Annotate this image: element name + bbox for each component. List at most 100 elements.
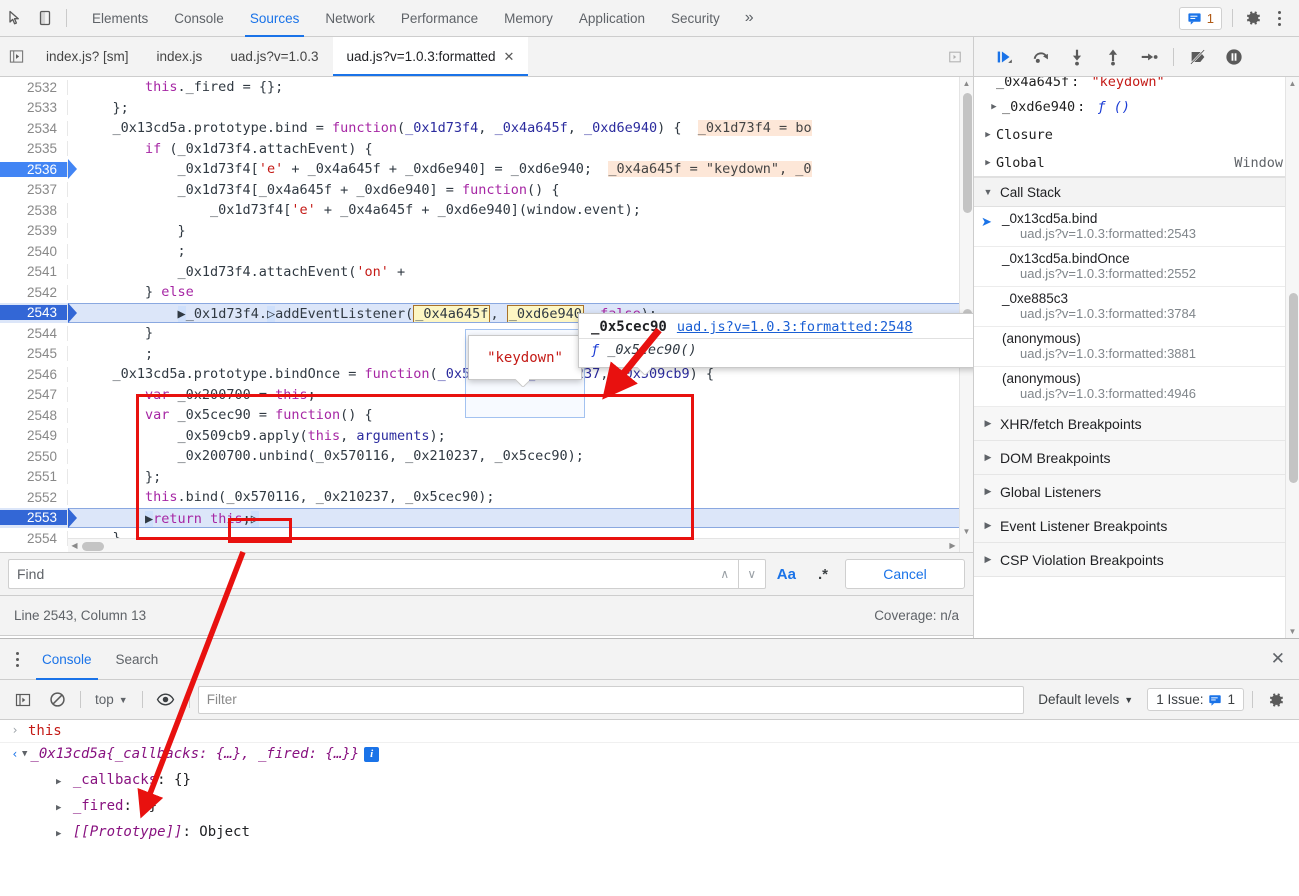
chevron-right-icon[interactable]: ▶ — [988, 102, 1000, 112]
live-expression-eye-icon[interactable] — [151, 686, 181, 714]
console-object-property[interactable]: ▶ _callbacks: {} — [8, 768, 1291, 788]
code-line[interactable]: 2552 this.bind(_0x570116, _0x210237, _0x… — [0, 487, 973, 508]
more-tabs-icon[interactable] — [939, 37, 971, 76]
line-number[interactable]: 2544 — [0, 325, 68, 341]
find-input[interactable]: Find — [8, 559, 712, 589]
line-number[interactable]: 2535 — [0, 141, 68, 157]
find-next-button[interactable]: ∨ — [738, 559, 766, 589]
code-line[interactable]: 2535 if (_0x1d73f4.attachEvent) { — [0, 139, 973, 160]
clear-console-icon[interactable] — [42, 686, 72, 714]
console-settings-gear-icon[interactable] — [1261, 686, 1291, 714]
drawer-more-options-icon[interactable] — [4, 651, 30, 667]
info-badge-icon[interactable]: i — [364, 746, 380, 762]
call-stack-section-header[interactable]: ▼ Call Stack — [974, 177, 1299, 207]
scroll-up-arrow-icon[interactable]: ▲ — [960, 77, 973, 90]
line-number[interactable]: 2543 — [0, 305, 68, 321]
code-line[interactable]: 2539 } — [0, 221, 973, 242]
chevron-right-icon[interactable]: ▶ — [56, 803, 61, 813]
scroll-down-arrow-icon[interactable]: ▼ — [960, 525, 973, 538]
line-number[interactable]: 2541 — [0, 264, 68, 280]
deactivate-breakpoints-icon[interactable] — [1181, 42, 1215, 72]
vertical-scroll-thumb[interactable] — [963, 93, 972, 213]
scroll-down-arrow-icon[interactable]: ▼ — [1286, 625, 1299, 638]
scope-row-global[interactable]: ▶ Global Window — [974, 149, 1299, 177]
console-message-list[interactable]: › this ‹ ▼ _0x13cd5a {_callbacks: {…}, _… — [0, 720, 1299, 896]
line-number[interactable]: 2552 — [0, 489, 68, 505]
section-csp-violation-breakpoints[interactable]: ▶ CSP Violation Breakpoints — [974, 543, 1299, 577]
sidebar-scroll-thumb[interactable] — [1289, 293, 1298, 483]
match-case-toggle[interactable]: Aa — [766, 566, 807, 583]
scroll-left-arrow-icon[interactable]: ◀ — [68, 539, 81, 552]
close-tab-icon[interactable]: ✕ — [503, 37, 514, 76]
console-object-prototype[interactable]: ▶ [[Prototype]]: Object — [8, 820, 1291, 840]
file-tab-index-js-sm[interactable]: index.js? [sm] — [32, 37, 143, 76]
code-line[interactable]: 2540 ; — [0, 241, 973, 262]
scroll-right-arrow-icon[interactable]: ▶ — [946, 539, 959, 552]
line-number[interactable]: 2545 — [0, 346, 68, 362]
step-out-of-current-function-icon[interactable] — [1096, 42, 1130, 72]
line-number[interactable]: 2533 — [0, 100, 68, 116]
pause-on-exceptions-icon[interactable] — [1217, 42, 1251, 72]
issues-badge[interactable]: 1 — [1178, 6, 1222, 30]
drawer-tab-console[interactable]: Console — [30, 639, 104, 680]
function-tooltip-location-link[interactable]: uad.js?v=1.0.3:formatted:2548 — [677, 319, 913, 335]
section-event-listener-breakpoints[interactable]: ▶ Event Listener Breakpoints — [974, 509, 1299, 543]
console-filter-input[interactable]: Filter — [197, 685, 1025, 714]
inspect-cursor-icon[interactable] — [0, 4, 30, 32]
execution-context-selector[interactable]: top ▼ — [89, 692, 134, 707]
tab-memory[interactable]: Memory — [491, 0, 566, 37]
console-object-property[interactable]: ▶ _fired: {} — [8, 794, 1291, 814]
step-into-next-function-call-icon[interactable] — [1060, 42, 1094, 72]
step-icon[interactable] — [1132, 42, 1166, 72]
chevron-right-icon[interactable]: ▶ — [56, 777, 61, 787]
editor-horizontal-scrollbar[interactable]: ◀ ▶ — [68, 538, 959, 552]
line-number[interactable]: 2534 — [0, 120, 68, 136]
tab-elements[interactable]: Elements — [79, 0, 161, 37]
code-line[interactable]: 2537 _0x1d73f4[_0x4a645f + _0xd6e940] = … — [0, 180, 973, 201]
line-number[interactable]: 2550 — [0, 448, 68, 464]
device-toggle-icon[interactable] — [30, 4, 60, 32]
horizontal-scroll-thumb[interactable] — [82, 542, 104, 551]
code-line[interactable]: 2541 _0x1d73f4.attachEvent('on' + — [0, 262, 973, 283]
chevron-right-icon[interactable]: ▶ — [982, 130, 994, 140]
tab-performance[interactable]: Performance — [388, 0, 491, 37]
line-number[interactable]: 2537 — [0, 182, 68, 198]
scope-row-closure[interactable]: ▶ Closure — [974, 121, 1299, 149]
section-dom-breakpoints[interactable]: ▶ DOM Breakpoints — [974, 441, 1299, 475]
chevron-right-icon[interactable]: ▶ — [56, 829, 61, 839]
code-line[interactable]: 2533 }; — [0, 98, 973, 119]
code-line[interactable]: 2549 _0x509cb9.apply(this, arguments); — [0, 426, 973, 447]
section-xhr-fetch-breakpoints[interactable]: ▶ XHR/fetch Breakpoints — [974, 407, 1299, 441]
settings-gear-icon[interactable] — [1239, 5, 1267, 31]
line-number[interactable]: 2540 — [0, 243, 68, 259]
section-global-listeners[interactable]: ▶ Global Listeners — [974, 475, 1299, 509]
console-issues-badge[interactable]: 1 Issue: 1 — [1147, 688, 1244, 711]
chevron-right-icon[interactable]: ▶ — [982, 158, 994, 168]
code-line-executing[interactable]: 2553 ▶return this;▷ — [0, 507, 973, 528]
file-tab-uad-js[interactable]: uad.js?v=1.0.3 — [216, 37, 332, 76]
console-output-row[interactable]: ‹ ▼ _0x13cd5a {_callbacks: {…}, _fired: … — [0, 743, 1299, 843]
regex-toggle[interactable]: .* — [807, 566, 839, 583]
line-number[interactable]: 2542 — [0, 284, 68, 300]
code-editor[interactable]: 2532 this._fired = {}; 2533 }; 2534 _0x1… — [0, 77, 973, 552]
more-panels-icon[interactable]: » — [733, 9, 766, 27]
scope-row-keydown[interactable]: _0x4a645f: "keydown" — [974, 77, 1299, 93]
line-number[interactable]: 2549 — [0, 428, 68, 444]
call-stack-frame[interactable]: _0xe885c3 uad.js?v=1.0.3:formatted:3784 — [974, 287, 1299, 327]
tab-console[interactable]: Console — [161, 0, 237, 37]
tab-network[interactable]: Network — [312, 0, 388, 37]
scope-row-function[interactable]: ▶ _0xd6e940: ƒ () — [974, 93, 1299, 121]
log-levels-selector[interactable]: Default levels ▼ — [1028, 692, 1143, 707]
line-number[interactable]: 2536 — [0, 161, 68, 177]
tab-security[interactable]: Security — [658, 0, 733, 37]
line-number[interactable]: 2532 — [0, 79, 68, 95]
find-cancel-button[interactable]: Cancel — [845, 559, 965, 589]
call-stack-frame[interactable]: (anonymous) uad.js?v=1.0.3:formatted:494… — [974, 367, 1299, 407]
expand-toggle-icon[interactable]: ▼ — [22, 749, 27, 759]
console-sidebar-icon[interactable] — [8, 686, 38, 714]
code-line[interactable]: 2534 _0x13cd5a.prototype.bind = function… — [0, 118, 973, 139]
code-line[interactable]: 2550 _0x200700.unbind(_0x570116, _0x2102… — [0, 446, 973, 467]
tab-sources[interactable]: Sources — [237, 0, 313, 37]
show-navigator-icon[interactable] — [0, 37, 32, 76]
line-number[interactable]: 2551 — [0, 469, 68, 485]
